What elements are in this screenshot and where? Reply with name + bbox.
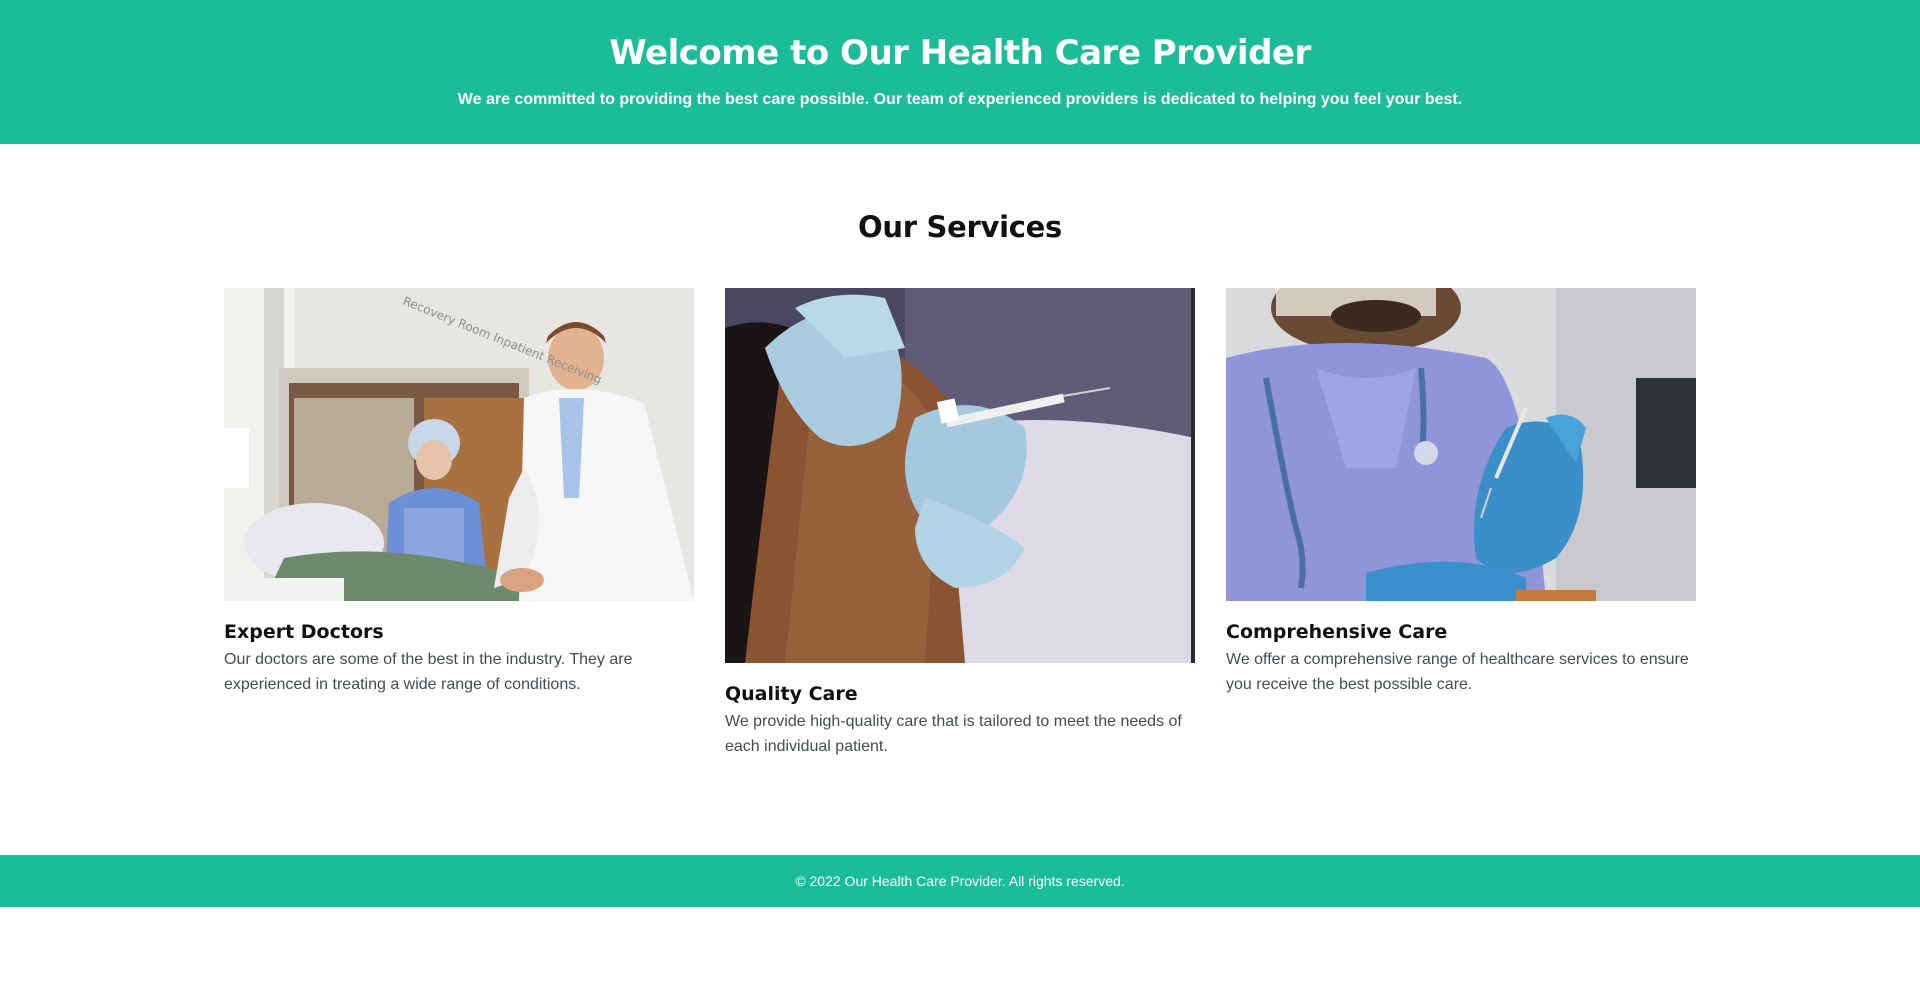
services-section: Our Services Recovery Room Inpatient Rec… xyxy=(0,144,1920,855)
hero-banner: Welcome to Our Health Care Provider We a… xyxy=(0,0,1920,144)
service-card-comprehensive-care: Comprehensive Care We offer a comprehens… xyxy=(1226,288,1696,697)
service-card-quality-care: Quality Care We provide high-quality car… xyxy=(725,288,1195,759)
copyright-text: © 2022 Our Health Care Provider. All rig… xyxy=(795,873,1125,889)
expert-doctors-photo: Recovery Room Inpatient Receiving xyxy=(224,288,694,601)
service-card-description: We offer a comprehensive range of health… xyxy=(1226,651,1689,693)
footer: © 2022 Our Health Care Provider. All rig… xyxy=(0,855,1920,907)
hero-subtitle: We are committed to providing the best c… xyxy=(457,90,1463,108)
service-card-expert-doctors: Recovery Room Inpatient Receiving Expert… xyxy=(224,288,694,697)
quality-care-photo xyxy=(725,288,1195,663)
service-card-description: We provide high-quality care that is tai… xyxy=(725,713,1182,755)
comprehensive-care-photo xyxy=(1226,288,1696,601)
service-card-title: Expert Doctors xyxy=(224,621,384,643)
services-heading: Our Services xyxy=(858,210,1062,244)
service-card-title: Comprehensive Care xyxy=(1226,621,1448,643)
services-grid: Recovery Room Inpatient Receiving Expert… xyxy=(224,288,1696,759)
page-title: Welcome to Our Health Care Provider xyxy=(609,33,1311,74)
service-card-description: Our doctors are some of the best in the … xyxy=(224,651,633,693)
service-card-title: Quality Care xyxy=(725,683,858,705)
